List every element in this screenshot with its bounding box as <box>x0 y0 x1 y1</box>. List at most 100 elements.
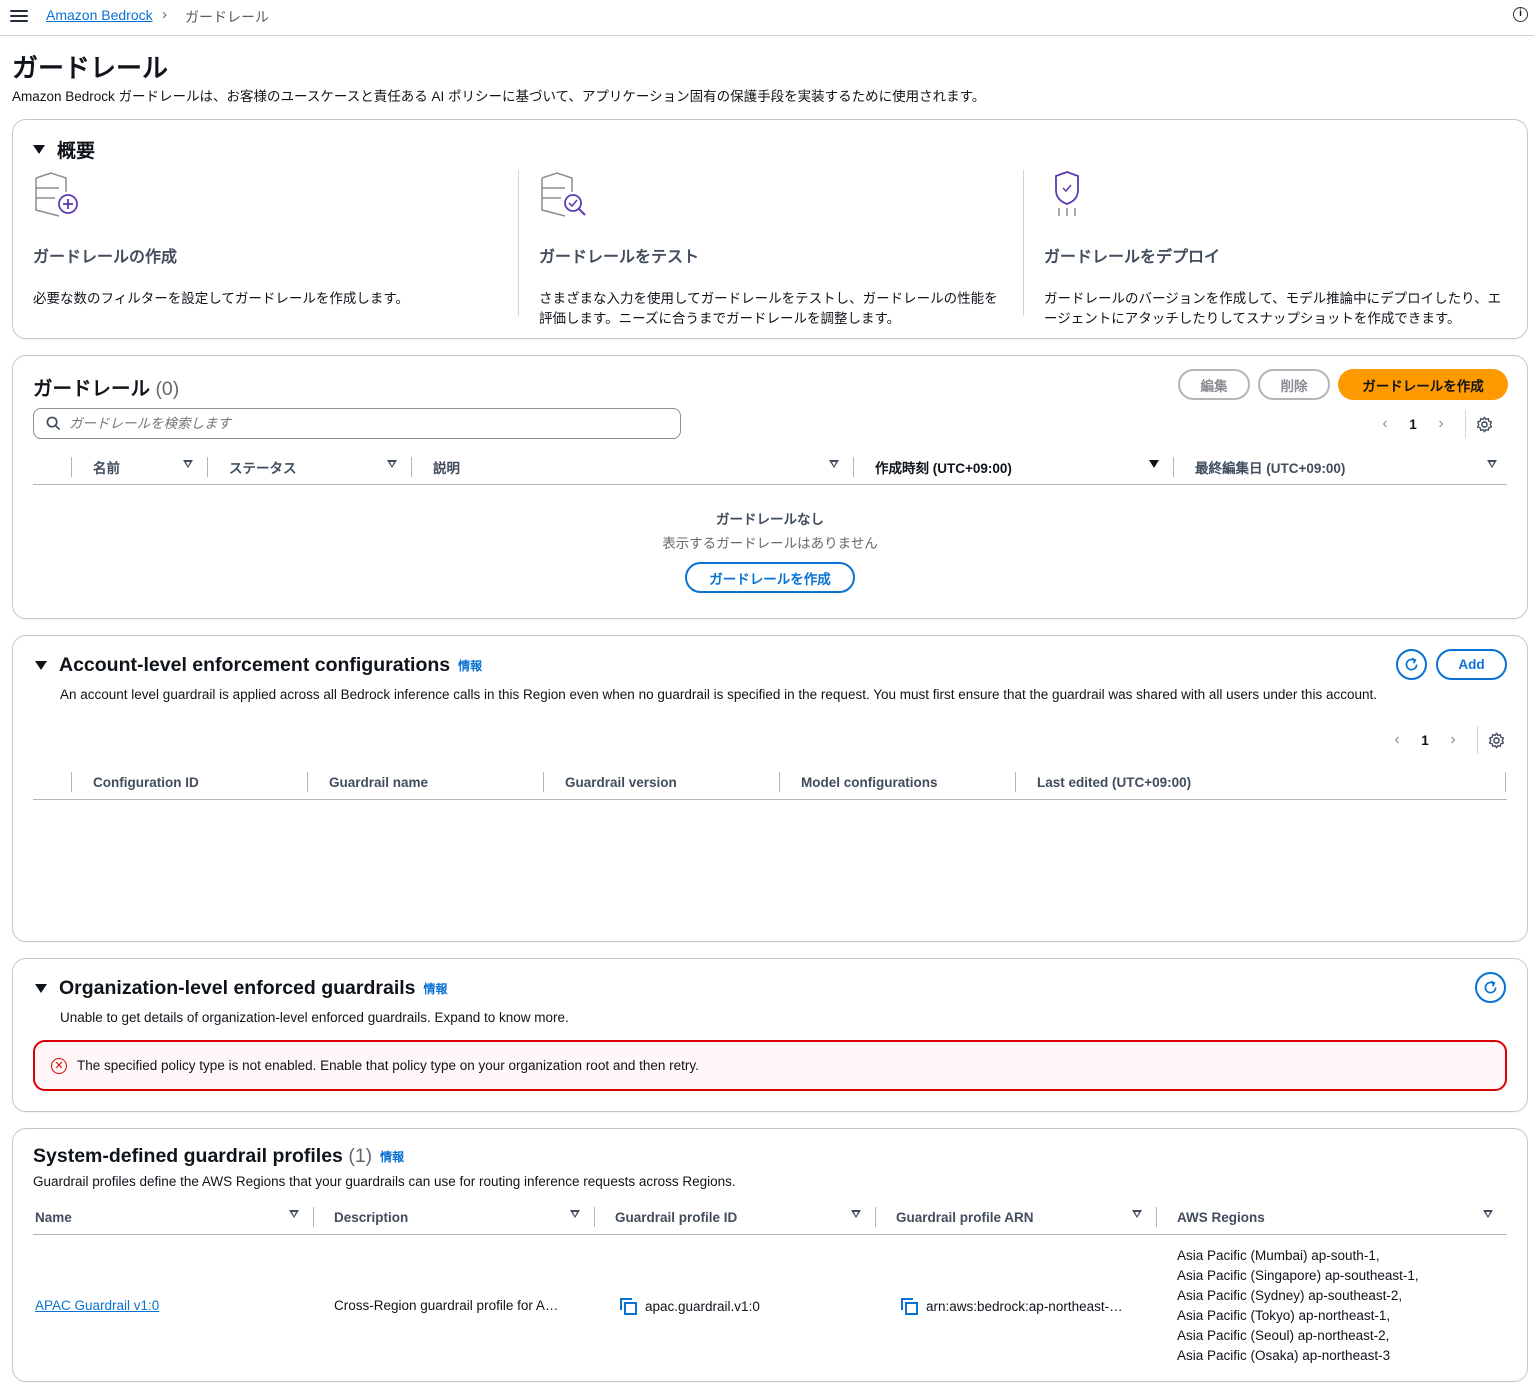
column-header-guardrail-version: Guardrail version <box>565 774 677 790</box>
column-header-status[interactable]: ステータス <box>229 449 297 485</box>
page-description: Amazon Bedrock ガードレールは、お客様のユースケースと責任ある A… <box>12 89 986 104</box>
empty-state-subtitle: 表示するガードレールはありません <box>662 536 878 551</box>
profile-id-cell: apac.guardrail.v1:0 <box>620 1298 760 1315</box>
page-number[interactable]: 1 <box>1399 417 1427 432</box>
menu-icon[interactable] <box>10 7 28 25</box>
page-number[interactable]: 1 <box>1411 733 1439 748</box>
sort-icon[interactable] <box>1483 1210 1493 1218</box>
error-icon: ✕ <box>51 1057 67 1074</box>
column-header-guardrail-name: Guardrail name <box>329 774 429 790</box>
profile-arn-value: arn:aws:bedrock:ap-northeast-… <box>926 1299 1123 1314</box>
empty-create-guardrail-button[interactable]: ガードレールを作成 <box>685 562 855 593</box>
account-level-toggle[interactable]: Account-level enforcement configurations… <box>35 654 482 677</box>
overview-card-deploy: ガードレールをデプロイ ガードレールのバージョンを作成して、モデル推論中にデプロ… <box>1044 170 1514 326</box>
sort-icon[interactable] <box>829 460 839 468</box>
shield-search-icon <box>541 172 586 217</box>
edit-button[interactable]: 編集 <box>1178 369 1250 400</box>
column-header-profile-id[interactable]: Guardrail profile ID <box>615 1199 737 1235</box>
column-separator <box>71 772 72 792</box>
shield-plus-icon <box>35 172 78 217</box>
column-separator <box>875 1207 876 1227</box>
profile-name-link[interactable]: APAC Guardrail v1:0 <box>35 1298 159 1313</box>
gear-icon[interactable] <box>1488 732 1505 749</box>
system-profiles-title: System-defined guardrail profiles (1) 情報 <box>33 1145 405 1167</box>
column-header-model-configurations: Model configurations <box>801 774 938 790</box>
refresh-button[interactable] <box>1396 649 1427 680</box>
sort-icon[interactable] <box>183 460 193 468</box>
sort-icon[interactable] <box>289 1210 299 1218</box>
region-item: Asia Pacific (Mumbai) ap-south-1, <box>1177 1248 1380 1263</box>
error-message: The specified policy type is not enabled… <box>77 1058 699 1073</box>
overview-card-title: ガードレールをテスト <box>539 249 700 266</box>
overview-card-text: ガードレールのバージョンを作成して、モデル推論中にデプロイしたり、エージェントに… <box>1044 291 1502 326</box>
region-item: Asia Pacific (Seoul) ap-northeast-2, <box>1177 1328 1390 1343</box>
column-separator <box>1015 772 1016 792</box>
region-item: Asia Pacific (Singapore) ap-southeast-1, <box>1177 1268 1419 1283</box>
breadcrumb-bedrock-link[interactable]: Amazon Bedrock <box>46 7 153 23</box>
column-separator <box>411 457 412 477</box>
column-header-profile-arn[interactable]: Guardrail profile ARN <box>896 1199 1034 1235</box>
column-header-aws-regions[interactable]: AWS Regions <box>1177 1199 1265 1235</box>
sort-icon[interactable] <box>387 460 397 468</box>
create-guardrail-button[interactable]: ガードレールを作成 <box>1338 369 1508 400</box>
column-header-description[interactable]: 説明 <box>433 449 460 485</box>
column-separator <box>594 1207 595 1227</box>
column-header-description[interactable]: Description <box>334 1199 408 1235</box>
column-separator <box>1156 1207 1157 1227</box>
info-link[interactable]: 情報 <box>380 1148 404 1165</box>
column-separator <box>543 772 544 792</box>
guardrails-panel: ガードレール (0) 編集 削除 ガードレールを作成 ‹ 1 › 名前 ステータ… <box>12 355 1528 619</box>
column-header-name[interactable]: Name <box>35 1199 72 1235</box>
search-icon <box>46 416 61 431</box>
overview-panel: 概要 ガードレールの作成 必要な数のフィルターを設定してガードレールを作成します… <box>12 119 1528 339</box>
info-link[interactable]: 情報 <box>458 657 482 674</box>
caret-down-icon <box>35 661 47 670</box>
error-alert: ✕ The specified policy type is not enabl… <box>33 1040 1507 1091</box>
info-icon[interactable]: i <box>1513 7 1528 22</box>
chevron-left-icon[interactable]: ‹ <box>1383 731 1411 749</box>
profile-id-value: apac.guardrail.v1:0 <box>645 1299 760 1314</box>
account-level-panel: Account-level enforcement configurations… <box>12 635 1528 942</box>
column-separator <box>313 1207 314 1227</box>
chevron-right-icon[interactable]: › <box>1427 415 1455 433</box>
gear-icon[interactable] <box>1476 416 1493 433</box>
sort-icon[interactable] <box>1132 1210 1142 1218</box>
chevron-left-icon[interactable]: ‹ <box>1371 415 1399 433</box>
refresh-button[interactable] <box>1475 972 1506 1003</box>
column-header-created[interactable]: 作成時刻 (UTC+09:00) <box>875 449 1012 485</box>
delete-button[interactable]: 削除 <box>1258 369 1330 400</box>
overview-card-text: 必要な数のフィルターを設定してガードレールを作成します。 <box>33 291 409 306</box>
aws-regions-cell: Asia Pacific (Mumbai) ap-south-1, Asia P… <box>1177 1246 1419 1366</box>
column-header-last-edited[interactable]: 最終編集日 (UTC+09:00) <box>1195 449 1345 485</box>
sort-icon[interactable] <box>570 1210 580 1218</box>
pagination: ‹ 1 › <box>1383 726 1505 754</box>
guardrails-title: ガードレール (0) <box>33 378 180 400</box>
copy-icon[interactable] <box>901 1298 918 1315</box>
overview-card-test: ガードレールをテスト さまざまな入力を使用してガードレールをテストし、ガードレー… <box>539 170 1009 326</box>
column-header-name[interactable]: 名前 <box>93 449 120 485</box>
search-box[interactable] <box>33 408 681 439</box>
sort-icon[interactable] <box>851 1210 861 1218</box>
chevron-right-icon: › <box>162 6 167 23</box>
add-button[interactable]: Add <box>1436 649 1507 680</box>
overview-card-create: ガードレールの作成 必要な数のフィルターを設定してガードレールを作成します。 <box>33 170 503 320</box>
profile-description-cell: Cross-Region guardrail profile for A… <box>334 1298 559 1313</box>
copy-icon[interactable] <box>620 1298 637 1315</box>
empty-state-title: ガードレールなし <box>716 512 824 527</box>
region-item: Asia Pacific (Sydney) ap-southeast-2, <box>1177 1288 1403 1303</box>
info-link[interactable]: 情報 <box>424 980 448 997</box>
search-input[interactable] <box>69 416 649 431</box>
pagination: ‹ 1 › <box>1371 410 1493 438</box>
chevron-right-icon[interactable]: › <box>1439 731 1467 749</box>
column-separator <box>307 772 308 792</box>
refresh-icon <box>1405 657 1418 671</box>
system-profiles-panel: System-defined guardrail profiles (1) 情報… <box>12 1128 1528 1382</box>
org-level-toggle[interactable]: Organization-level enforced guardrails 情… <box>35 977 448 1000</box>
sort-descending-icon[interactable] <box>1149 460 1159 468</box>
overview-toggle[interactable]: 概要 <box>33 136 95 163</box>
overview-card-text: さまざまな入力を使用してガードレールをテストし、ガードレールの性能を評価します。… <box>539 291 998 326</box>
system-profiles-description: Guardrail profiles define the AWS Region… <box>33 1174 736 1189</box>
org-level-panel: Organization-level enforced guardrails 情… <box>12 958 1528 1112</box>
sort-icon[interactable] <box>1487 460 1497 468</box>
column-separator <box>1505 772 1506 792</box>
